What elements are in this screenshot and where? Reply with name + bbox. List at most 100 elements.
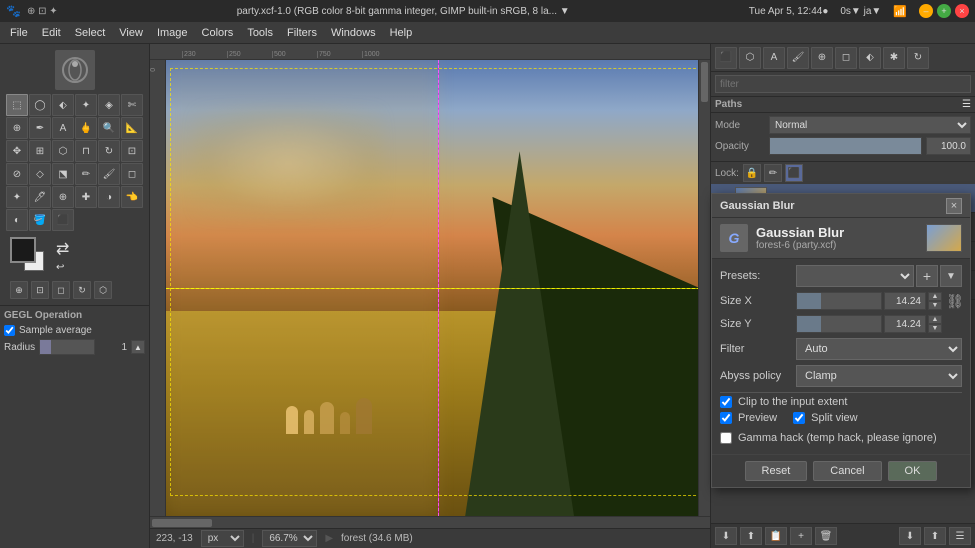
radius-up-arrow[interactable]: ▲ [131,340,145,354]
menu-filters[interactable]: Filters [281,25,323,41]
layer-tool-add[interactable]: + [790,527,812,545]
scrollbar-thumb-v[interactable] [701,62,708,102]
panel-icon-9[interactable]: ↻ [907,47,929,69]
foreground-swatch[interactable] [10,237,36,263]
mode-select[interactable]: Normal [769,116,971,134]
tool-measure[interactable]: 📐 [121,117,143,139]
filter-input[interactable] [715,75,971,93]
tool-extra1[interactable]: ⊕ [10,281,28,299]
menu-colors[interactable]: Colors [196,25,240,41]
canvas-content[interactable] [166,60,710,516]
preview-checkbox[interactable] [720,412,732,424]
abyss-select[interactable]: Clamp None [796,365,962,387]
tool-rect-select[interactable]: ⬚ [6,94,28,116]
paths-menu-icon[interactable]: ☰ [962,99,971,110]
tool-paintbrush[interactable]: 🖌 [98,163,120,185]
lock-draw-icon[interactable]: ✏ [764,164,782,182]
lock-alpha-icon[interactable]: ⬛ [785,164,803,182]
split-view-checkbox[interactable] [793,412,805,424]
size-y-down[interactable]: ▼ [928,324,942,333]
tool-transform[interactable]: ⬡ [52,140,74,162]
ok-button[interactable]: OK [888,461,938,481]
tool-shear[interactable]: ⊘ [6,163,28,185]
layer-tool-config[interactable]: ☰ [949,527,971,545]
panel-icon-2[interactable]: ⬡ [739,47,761,69]
tool-extra5[interactable]: ⬡ [94,281,112,299]
size-x-up[interactable]: ▲ [928,292,942,301]
tool-clone[interactable]: ⊕ [52,186,74,208]
close-button[interactable]: × [955,4,969,18]
tool-ellipse-select[interactable]: ◯ [29,94,51,116]
tool-fuzzy-select[interactable]: ✦ [75,94,97,116]
tool-select-by-color[interactable]: ◈ [98,94,120,116]
filter-select[interactable]: Auto IIR RLE [796,338,962,360]
layer-tool-import[interactable]: ⬆ [924,527,946,545]
panel-icon-8[interactable]: ✱ [883,47,905,69]
tool-eraser[interactable]: ◻ [121,163,143,185]
tool-bucket-fill[interactable]: 🪣 [29,209,51,231]
layer-tool-delete[interactable]: 🗑 [815,527,837,545]
presets-menu-button[interactable]: ▼ [940,265,962,287]
tool-text[interactable]: A [52,117,74,139]
tool-foreground-select[interactable]: ⊕ [6,117,28,139]
presets-add-button[interactable]: + [916,265,938,287]
tool-paths[interactable]: ✒ [29,117,51,139]
dialog-close-button[interactable]: × [946,198,962,214]
tool-extra3[interactable]: ◻ [52,281,70,299]
cancel-button[interactable]: Cancel [813,461,881,481]
tool-color-picker[interactable]: 🖕 [75,117,97,139]
tool-extra2[interactable]: ⊡ [31,281,49,299]
size-x-slider[interactable] [796,292,882,310]
tool-blend[interactable]: ⬛ [52,209,74,231]
tool-ink[interactable]: 🖊 [29,186,51,208]
size-x-value[interactable]: 14.24 [884,292,926,310]
layer-tool-lower[interactable]: ⬇ [715,527,737,545]
tool-zoom[interactable]: 🔍 [98,117,120,139]
tool-extra4[interactable]: ↻ [73,281,91,299]
menu-windows[interactable]: Windows [325,25,382,41]
tool-align[interactable]: ⊞ [29,140,51,162]
tool-heal[interactable]: ✚ [75,186,97,208]
swap-colors-icon[interactable]: ⇄ [56,239,69,259]
tool-free-select[interactable]: ⬖ [52,94,74,116]
tool-dodge-burn[interactable]: ◑ [98,186,120,208]
zoom-select[interactable]: 66.7% 100% [262,530,317,547]
reset-button[interactable]: Reset [745,461,808,481]
panel-icon-6[interactable]: ◻ [835,47,857,69]
layer-tool-duplicate[interactable]: 📋 [765,527,787,545]
panel-icon-5[interactable]: ⊕ [811,47,833,69]
opacity-value[interactable]: 100.0 [926,137,971,155]
tool-rotate[interactable]: ↻ [98,140,120,162]
clip-input-checkbox[interactable] [720,396,732,408]
menu-tools[interactable]: Tools [241,25,279,41]
tool-move[interactable]: ✥ [6,140,28,162]
scrollbar-horizontal[interactable] [150,516,710,528]
scrollbar-vertical[interactable] [698,60,710,516]
tool-scale[interactable]: ⊡ [121,140,143,162]
minimize-button[interactable]: – [919,4,933,18]
layer-tool-export[interactable]: ⬇ [899,527,921,545]
status-unit-select[interactable]: px mm [201,530,244,547]
tool-flip[interactable]: ⬔ [52,163,74,185]
sample-average-checkbox[interactable] [4,325,15,336]
tool-blur-sharpen[interactable]: ◐ [6,209,28,231]
panel-icon-7[interactable]: ⬖ [859,47,881,69]
menu-help[interactable]: Help [384,25,419,41]
tool-scissors[interactable]: ✄ [121,94,143,116]
tool-crop[interactable]: ⊓ [75,140,97,162]
presets-select[interactable] [796,265,914,287]
opacity-slider[interactable] [769,137,922,155]
lock-pixels-icon[interactable]: 🔒 [743,164,761,182]
size-y-value[interactable]: 14.24 [884,315,926,333]
menu-file[interactable]: File [4,25,34,41]
menu-edit[interactable]: Edit [36,25,67,41]
size-y-up[interactable]: ▲ [928,315,942,324]
layer-tool-raise[interactable]: ⬆ [740,527,762,545]
menu-image[interactable]: Image [151,25,194,41]
tool-perspective[interactable]: ◇ [29,163,51,185]
tool-smudge[interactable]: 👈 [121,186,143,208]
size-y-slider[interactable] [796,315,882,333]
panel-icon-3[interactable]: A [763,47,785,69]
tool-pencil[interactable]: ✏ [75,163,97,185]
swatch-wrap[interactable] [10,237,48,275]
